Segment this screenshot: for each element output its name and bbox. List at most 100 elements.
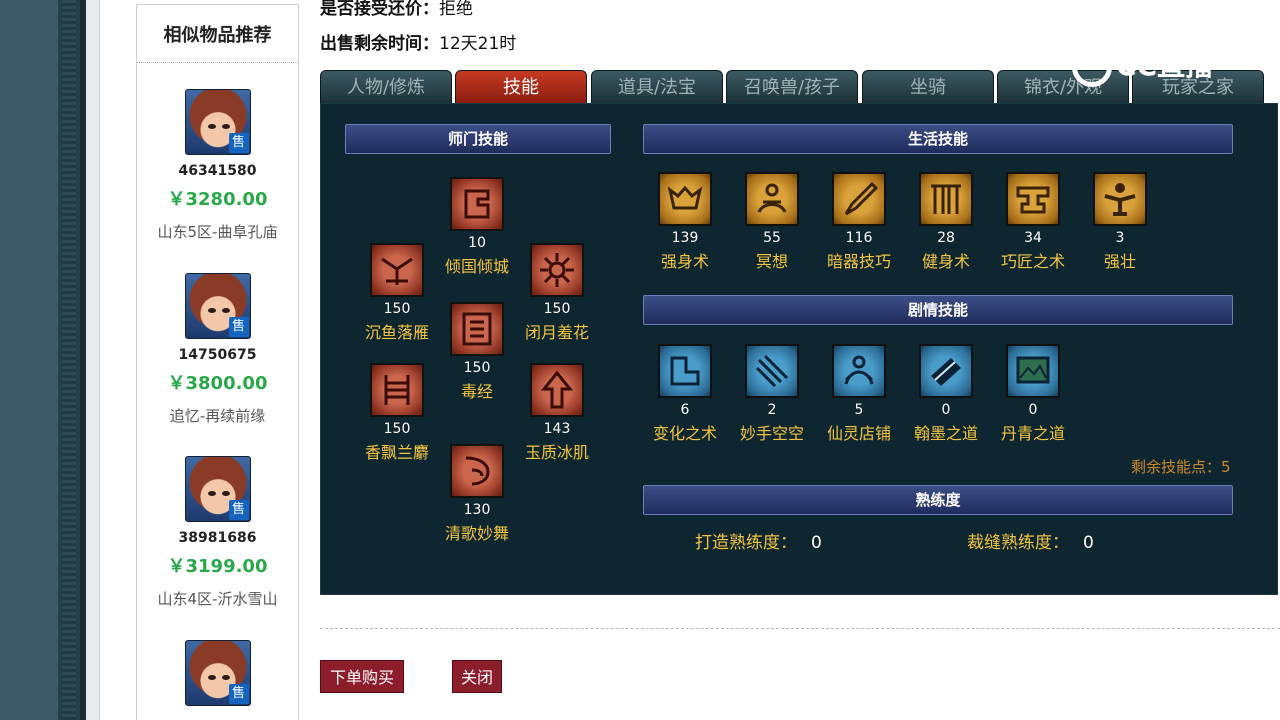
character-avatar[interactable]: 售 xyxy=(184,273,251,339)
sidebar-title: 相似物品推荐 xyxy=(137,5,298,63)
similar-item-card[interactable]: 售 38981686 ￥3199.00 山东4区-沂水雪山 xyxy=(137,456,298,609)
strongman-icon[interactable] xyxy=(1093,172,1147,226)
skill-name: 强身术 xyxy=(660,252,709,271)
claw-icon[interactable] xyxy=(745,344,799,398)
counter-offer-label: 是否接受还价： xyxy=(320,0,439,19)
tab-skills[interactable]: 技能 xyxy=(455,70,587,104)
sale-tag: 售 xyxy=(228,684,249,704)
time-left-value: 12天21时 xyxy=(439,34,517,54)
character-avatar[interactable]: 售 xyxy=(184,640,251,706)
shop-icon[interactable] xyxy=(832,344,886,398)
story-skill[interactable]: 6 变化之术 xyxy=(643,344,727,444)
tab-items[interactable]: 道具/法宝 xyxy=(591,70,723,104)
item-id: 38981686 xyxy=(178,530,257,546)
similar-item-card[interactable]: 售 46341580 ￥3280.00 山东5区-曲阜孔庙 xyxy=(137,89,298,242)
meditate-icon[interactable] xyxy=(745,172,799,226)
skill-name: 强壮 xyxy=(1103,252,1136,271)
skill-name: 巧匠之术 xyxy=(1000,252,1065,271)
item-id: 46341580 xyxy=(178,163,257,179)
skill-name: 变化之术 xyxy=(652,424,717,443)
tab-mounts[interactable]: 坐骑 xyxy=(862,70,994,104)
book-icon[interactable] xyxy=(919,344,973,398)
skill-name: 沉鱼落雁 xyxy=(364,323,429,342)
tab-character[interactable]: 人物/修炼 xyxy=(320,70,452,104)
proficiency-header: 熟练度 xyxy=(643,485,1233,515)
school-skill[interactable]: 150 香飘兰麝 xyxy=(355,363,439,463)
skill-level: 0 xyxy=(941,402,951,418)
close-button[interactable]: 关闭 xyxy=(452,660,502,693)
life-skill[interactable]: 3 强壮 xyxy=(1078,172,1162,272)
tailor-proficiency: 裁缝熟练度： 0 xyxy=(967,528,1094,553)
item-price: ￥3199.00 xyxy=(167,556,268,577)
scroll-icon[interactable] xyxy=(450,302,504,356)
school-skill[interactable]: 130 清歌妙舞 xyxy=(435,444,519,544)
item-server: 山东4区-沂水雪山 xyxy=(157,590,278,608)
phoenix-icon[interactable] xyxy=(370,243,424,297)
school-skill[interactable]: 143 玉质冰肌 xyxy=(515,363,599,463)
character-avatar[interactable]: 售 xyxy=(184,456,251,522)
skill-level: 150 xyxy=(543,301,571,317)
tab-pets[interactable]: 召唤兽/孩子 xyxy=(726,70,858,104)
story-skill[interactable]: 0 丹青之道 xyxy=(991,344,1075,444)
similar-item-card[interactable]: 售 xyxy=(137,640,298,706)
left-rail xyxy=(62,0,76,720)
cc-logo-icon xyxy=(1072,47,1112,87)
skill-name: 玉质冰肌 xyxy=(524,443,589,462)
life-skill[interactable]: 55 冥想 xyxy=(730,172,814,272)
buy-button[interactable]: 下单购买 xyxy=(320,660,404,693)
stream-watermark: CC直播 xyxy=(1072,44,1213,87)
kneeling-figure-icon[interactable] xyxy=(450,177,504,231)
story-skill[interactable]: 2 妙手空空 xyxy=(730,344,814,444)
life-skill[interactable]: 139 强身术 xyxy=(643,172,727,272)
skill-level: 28 xyxy=(937,230,955,246)
school-skill[interactable]: 10 倾国倾城 xyxy=(435,177,519,277)
remaining-skill-points: 剩余技能点：5 xyxy=(1131,458,1231,476)
dagger-icon[interactable] xyxy=(832,172,886,226)
similar-items-sidebar: 相似物品推荐 售 46341580 ￥3280.00 山东5区-曲阜孔庙 售 1… xyxy=(136,4,299,720)
item-price: ￥3800.00 xyxy=(167,373,268,394)
skill-name: 闭月羞花 xyxy=(524,323,589,342)
skill-level: 6 xyxy=(680,402,690,418)
anvil-icon[interactable] xyxy=(1006,172,1060,226)
skill-name: 暗器技巧 xyxy=(826,252,891,271)
page-gutter xyxy=(86,0,100,720)
forge-label: 打造熟练度： xyxy=(695,533,797,553)
life-skill[interactable]: 28 健身术 xyxy=(904,172,988,272)
tailor-label: 裁缝熟练度： xyxy=(967,533,1069,553)
item-server: 追忆-再续前缘 xyxy=(169,407,266,425)
transform-icon[interactable] xyxy=(658,344,712,398)
skill-name: 冥想 xyxy=(755,252,788,271)
skill-name: 丹青之道 xyxy=(1000,424,1065,443)
skill-level: 10 xyxy=(468,235,486,251)
divider xyxy=(320,628,1280,629)
skill-level: 150 xyxy=(383,421,411,437)
school-skill[interactable]: 150 毒经 xyxy=(435,302,519,402)
skill-level: 3 xyxy=(1115,230,1125,246)
life-skill[interactable]: 116 暗器技巧 xyxy=(817,172,901,272)
skills-panel: 师门技能 生活技能 剧情技能 熟练度 10 倾国倾城 150 沉鱼落雁 150 … xyxy=(320,103,1278,595)
orchid-icon[interactable] xyxy=(370,363,424,417)
similar-item-card[interactable]: 售 14750675 ￥3800.00 追忆-再续前缘 xyxy=(137,273,298,426)
skill-level: 143 xyxy=(543,421,571,437)
skill-name: 香飘兰麝 xyxy=(364,443,429,462)
sale-tag: 售 xyxy=(228,133,249,153)
flower-icon[interactable] xyxy=(530,243,584,297)
skill-name: 翰墨之道 xyxy=(913,424,978,443)
painting-icon[interactable] xyxy=(1006,344,1060,398)
life-skill[interactable]: 34 巧匠之术 xyxy=(991,172,1075,272)
story-skill[interactable]: 5 仙灵店铺 xyxy=(817,344,901,444)
muscle-icon[interactable] xyxy=(658,172,712,226)
school-skill[interactable]: 150 闭月羞花 xyxy=(515,243,599,343)
story-skill[interactable]: 0 翰墨之道 xyxy=(904,344,988,444)
counter-offer-value: 拒绝 xyxy=(439,0,473,19)
watermark-text: CC直播 xyxy=(1116,49,1214,82)
school-skill[interactable]: 150 沉鱼落雁 xyxy=(355,243,439,343)
item-price: ￥3280.00 xyxy=(167,189,268,210)
item-server: 山东5区-曲阜孔庙 xyxy=(157,223,278,241)
dancer-icon[interactable] xyxy=(450,444,504,498)
arrow-up-icon[interactable] xyxy=(530,363,584,417)
skill-name: 健身术 xyxy=(921,252,970,271)
character-avatar[interactable]: 售 xyxy=(184,89,251,155)
sale-tag: 售 xyxy=(228,317,249,337)
pillars-icon[interactable] xyxy=(919,172,973,226)
